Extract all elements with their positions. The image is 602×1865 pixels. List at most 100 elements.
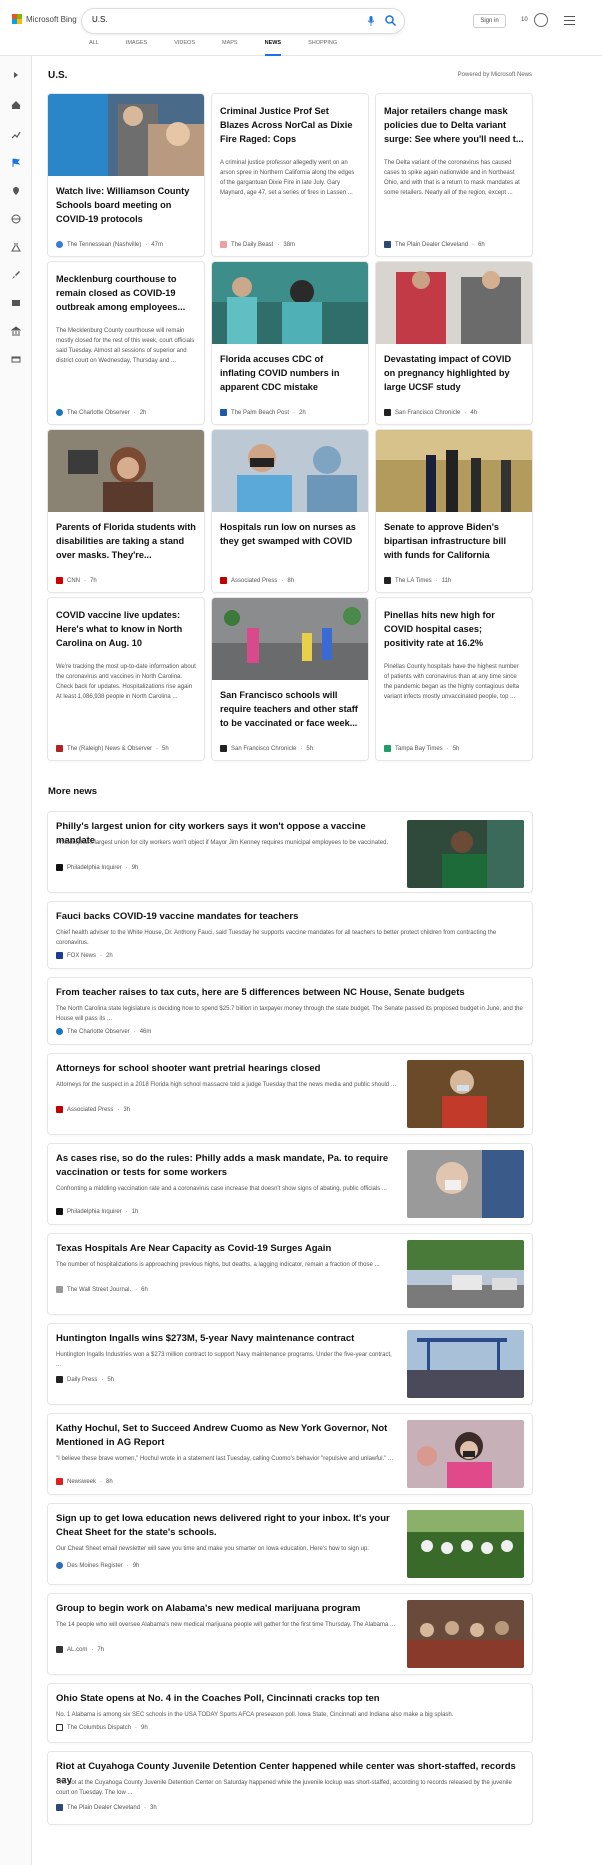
search-box[interactable]	[82, 9, 404, 33]
rewards-trophy-icon[interactable]	[534, 13, 548, 27]
news-list-item[interactable]: Kathy Hochul, Set to Succeed Andrew Cuom…	[48, 1414, 532, 1494]
home-icon[interactable]	[11, 100, 21, 110]
source-logo-icon	[56, 241, 63, 248]
tab-news[interactable]: NEWS	[264, 40, 282, 56]
location-pin-icon[interactable]	[11, 186, 21, 196]
source-logo-icon	[56, 1562, 63, 1569]
card-source: San Francisco Chronicle · 4h	[384, 409, 477, 416]
tab-shopping[interactable]: SHOPPING	[308, 40, 337, 56]
sign-in-button[interactable]: Sign in	[473, 14, 506, 28]
news-card[interactable]: Criminal Justice Prof Set Blazes Across …	[212, 94, 368, 256]
globe-icon[interactable]	[11, 214, 21, 224]
news-card[interactable]: Mecklenburg courthouse to remain closed …	[48, 262, 204, 424]
tab-all[interactable]: ALL	[89, 40, 99, 56]
news-list-item[interactable]: Attorneys for school shooter want pretri…	[48, 1054, 532, 1134]
news-title[interactable]: Ohio State opens at No. 4 in the Coaches…	[56, 1692, 516, 1706]
science-icon[interactable]	[11, 242, 21, 252]
card-snippet: A criminal justice professor allegedly w…	[220, 160, 355, 196]
rewards-count[interactable]: 10	[521, 17, 528, 23]
news-card[interactable]: Florida accuses CDC of inflating COVID n…	[212, 262, 368, 424]
tab-videos[interactable]: VIDEOS	[174, 40, 195, 56]
expand-chevron-icon[interactable]	[11, 70, 21, 80]
news-title[interactable]: Group to begin work on Alabama's new med…	[56, 1602, 396, 1616]
news-list-item[interactable]: Fauci backs COVID-19 vaccine mandates fo…	[48, 902, 532, 968]
news-snippet: Huntington Ingalls Industries won a $273…	[56, 1352, 392, 1368]
news-list-item[interactable]: Texas Hospitals Are Near Capacity as Cov…	[48, 1234, 532, 1314]
source-name: The LA Times	[395, 577, 432, 584]
news-list-item[interactable]: Philly's largest union for city workers …	[48, 812, 532, 892]
source-time: 1h	[131, 1208, 139, 1215]
card-source: The Plain Dealer Cleveland · 6h	[384, 241, 485, 248]
source-time: 2h	[299, 409, 306, 416]
news-title[interactable]: As cases rise, so do the rules: Philly a…	[56, 1152, 396, 1180]
source-name: The Charlotte Observer	[67, 1028, 130, 1035]
microphone-icon[interactable]	[367, 16, 375, 26]
powered-by-text[interactable]: Powered by Microsoft News	[458, 72, 532, 78]
news-photo	[212, 262, 368, 344]
trending-icon[interactable]	[11, 130, 21, 140]
source-time: 9h	[141, 1724, 148, 1731]
news-card[interactable]: Devastating impact of COVID on pregnancy…	[376, 262, 532, 424]
money-icon[interactable]	[11, 354, 21, 364]
card-title[interactable]: Hospitals run low on nurses as they get …	[220, 520, 360, 548]
bing-logo[interactable]: Microsoft Bing	[12, 14, 77, 24]
news-list-item[interactable]: Huntington Ingalls wins $273M, 5-year Na…	[48, 1324, 532, 1404]
news-list-item[interactable]: Riot at Cuyahoga County Juvenile Detenti…	[48, 1752, 532, 1824]
card-title[interactable]: Parents of Florida students with disabil…	[56, 520, 196, 562]
source-logo-icon	[56, 1208, 63, 1215]
logo-text: Microsoft Bing	[26, 14, 77, 24]
search-icon[interactable]	[385, 15, 396, 26]
card-title[interactable]: San Francisco schools will require teach…	[220, 688, 360, 730]
news-card[interactable]: COVID vaccine live updates: Here's what …	[48, 598, 204, 760]
news-list-item[interactable]: Ohio State opens at No. 4 in the Coaches…	[48, 1684, 532, 1742]
news-title[interactable]: Kathy Hochul, Set to Succeed Andrew Cuom…	[56, 1422, 396, 1450]
card-title[interactable]: Florida accuses CDC of inflating COVID n…	[220, 352, 360, 394]
news-card[interactable]: Pinellas hits new high for COVID hospita…	[376, 598, 532, 760]
news-source: FOX News · 2h	[56, 952, 113, 959]
tab-images[interactable]: IMAGES	[126, 40, 147, 56]
source-name: Associated Press	[231, 577, 278, 584]
card-title[interactable]: COVID vaccine live updates: Here's what …	[56, 608, 196, 650]
news-title[interactable]: Huntington Ingalls wins $273M, 5-year Na…	[56, 1332, 396, 1346]
source-name: Philadelphia Inquirer	[67, 864, 122, 871]
card-title[interactable]: Devastating impact of COVID on pregnancy…	[384, 352, 524, 394]
tab-maps[interactable]: MAPS	[222, 40, 238, 56]
politics-icon[interactable]	[11, 326, 21, 336]
source-name: Newsweek	[67, 1478, 97, 1485]
news-title[interactable]: From teacher raises to tax cuts, here ar…	[56, 986, 516, 1000]
source-time: 5h	[162, 745, 169, 752]
news-list-item[interactable]: From teacher raises to tax cuts, here ar…	[48, 978, 532, 1044]
section-title: U.S.	[48, 70, 68, 81]
search-input[interactable]	[92, 15, 342, 24]
entertainment-icon[interactable]	[11, 298, 21, 308]
source-logo-icon	[56, 864, 63, 871]
news-source: Associated Press · 3h	[56, 1106, 130, 1113]
card-title[interactable]: Mecklenburg courthouse to remain closed …	[56, 272, 196, 314]
hamburger-menu-icon[interactable]	[564, 16, 575, 25]
source-name: The Palm Beach Post	[231, 409, 290, 416]
news-snippet: No. 1 Alabama is among six SEC schools i…	[56, 1712, 454, 1718]
source-logo-icon	[384, 745, 391, 752]
card-source: The (Raleigh) News & Observer · 5h	[56, 745, 169, 752]
news-title[interactable]: Texas Hospitals Are Near Capacity as Cov…	[56, 1242, 396, 1256]
news-list-item[interactable]: Group to begin work on Alabama's new med…	[48, 1594, 532, 1674]
card-title[interactable]: Criminal Justice Prof Set Blazes Across …	[220, 104, 360, 146]
news-card[interactable]: San Francisco schools will require teach…	[212, 598, 368, 760]
card-title[interactable]: Watch live: Williamson County Schools bo…	[56, 184, 196, 226]
card-title[interactable]: Major retailers change mask policies due…	[384, 104, 524, 146]
news-card[interactable]: Hospitals run low on nurses as they get …	[212, 430, 368, 592]
card-title[interactable]: Pinellas hits new high for COVID hospita…	[384, 608, 524, 650]
news-card[interactable]: Watch live: Williamson County Schools bo…	[48, 94, 204, 256]
rocket-icon[interactable]	[11, 270, 21, 280]
news-list-item[interactable]: As cases rise, so do the rules: Philly a…	[48, 1144, 532, 1224]
news-card[interactable]: Senate to approve Biden's bipartisan inf…	[376, 430, 532, 592]
news-card[interactable]: Parents of Florida students with disabil…	[48, 430, 204, 592]
news-card[interactable]: Major retailers change mask policies due…	[376, 94, 532, 256]
news-title[interactable]: Attorneys for school shooter want pretri…	[56, 1062, 396, 1076]
news-list-item[interactable]: Sign up to get Iowa education news deliv…	[48, 1504, 532, 1584]
us-flag-icon[interactable]	[11, 158, 21, 168]
news-title[interactable]: Sign up to get Iowa education news deliv…	[56, 1512, 396, 1540]
source-logo-icon	[384, 241, 391, 248]
card-title[interactable]: Senate to approve Biden's bipartisan inf…	[384, 520, 524, 562]
news-title[interactable]: Fauci backs COVID-19 vaccine mandates fo…	[56, 910, 516, 924]
